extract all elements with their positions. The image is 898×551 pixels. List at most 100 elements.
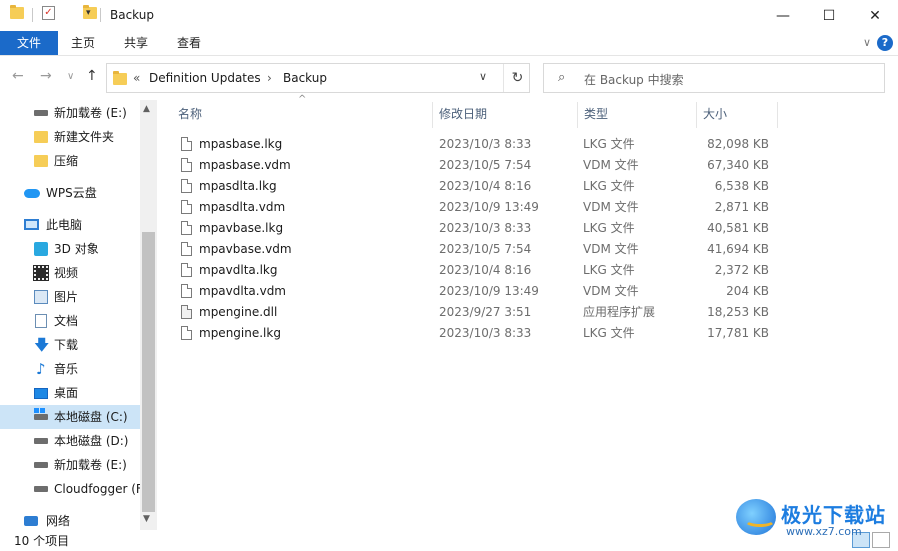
file-row[interactable]: mpasdlta.lkg 2023/10/4 8:16 LKG 文件 6,538 KB: [175, 176, 775, 197]
scroll-thumb[interactable]: [142, 232, 155, 512]
file-type: VDM 文件: [583, 284, 639, 298]
file-row[interactable]: mpasbase.lkg 2023/10/3 8:33 LKG 文件 82,098 K…: [175, 134, 775, 155]
tab-file[interactable]: 文件: [0, 31, 58, 55]
sidebar-item-videos[interactable]: 视频: [0, 261, 140, 285]
file-size: 41,694 KB: [707, 242, 769, 256]
search-placeholder[interactable]: 在 Backup 中搜索: [584, 71, 684, 88]
computer-icon: [24, 219, 39, 230]
file-row[interactable]: mpengine.lkg 2023/10/3 8:33 LKG 文件 17,781 K…: [175, 323, 775, 344]
sidebar-item-new-folder[interactable]: 新建文件夹: [0, 125, 140, 149]
file-icon: [181, 326, 192, 340]
sidebar-item-3d-objects[interactable]: 3D 对象: [0, 237, 140, 261]
file-date: 2023/9/27 3:51: [439, 305, 532, 319]
search-icon: ⌕: [558, 70, 566, 85]
file-name[interactable]: mpasbase.lkg: [199, 134, 282, 155]
column-size[interactable]: 大小: [697, 100, 777, 128]
pictures-icon: [34, 290, 48, 304]
tab-home[interactable]: 主页: [62, 31, 104, 55]
expand-ribbon-icon[interactable]: ∨: [863, 36, 871, 49]
local-disk-icon: [34, 408, 48, 420]
file-type: LKG 文件: [583, 221, 635, 235]
customize-toolbar-icon[interactable]: ▾: [86, 8, 91, 18]
sidebar-item-label: 本地磁盘 (D:): [54, 434, 129, 448]
scroll-down-icon[interactable]: ▼: [143, 514, 150, 524]
scroll-up-icon[interactable]: ▲: [143, 104, 150, 114]
breadcrumb-backup[interactable]: Backup: [283, 71, 327, 85]
file-size: 204 KB: [726, 284, 769, 298]
drive-icon: [34, 110, 48, 116]
sidebar-item-music[interactable]: ♪ 音乐: [0, 357, 140, 381]
breadcrumb-separator[interactable]: ›: [267, 71, 272, 85]
column-divider[interactable]: [777, 102, 778, 128]
sidebar-item-this-pc[interactable]: 此电脑: [0, 213, 140, 237]
ribbon-tabs: 文件 主页 共享 查看 ∨ ?: [0, 31, 898, 56]
file-name[interactable]: mpavdlta.lkg: [199, 260, 278, 281]
refresh-button[interactable]: ↻: [503, 64, 531, 92]
file-row[interactable]: mpengine.dll 2023/9/27 3:51 应用程序扩展 18,253 K…: [175, 302, 775, 323]
address-bar[interactable]: « Definition Updates › Backup ∨ ↻: [106, 63, 530, 93]
file-row[interactable]: mpavdlta.lkg 2023/10/4 8:16 LKG 文件 2,372 KB: [175, 260, 775, 281]
file-size: 82,098 KB: [707, 137, 769, 151]
sidebar-item-label: 下载: [54, 338, 79, 352]
sidebar-item-label: 3D 对象: [54, 242, 99, 256]
desktop-icon: [34, 388, 48, 399]
sidebar-item-label: 文档: [54, 314, 79, 328]
cloud-icon: [24, 189, 40, 198]
file-type: 应用程序扩展: [583, 305, 656, 319]
divider: [100, 8, 101, 22]
file-date: 2023/10/3 8:33: [439, 137, 532, 151]
file-type: VDM 文件: [583, 200, 639, 214]
3d-objects-icon: [34, 242, 48, 256]
sidebar-item-drive-e[interactable]: 新加载卷 (E:): [0, 101, 140, 125]
file-row[interactable]: mpasbase.vdm 2023/10/5 7:54 VDM 文件 67,340 K…: [175, 155, 775, 176]
sidebar-item-downloads[interactable]: 🡇 下载: [0, 333, 140, 357]
address-dropdown-icon[interactable]: ∨: [479, 70, 487, 83]
maximize-button[interactable]: ☐: [806, 0, 852, 31]
sidebar-item-label: 视频: [54, 266, 79, 280]
watermark-url: www.xz7.com: [786, 525, 862, 538]
sidebar-item-pictures[interactable]: 图片: [0, 285, 140, 309]
file-row[interactable]: mpavbase.lkg 2023/10/3 8:33 LKG 文件 40,581 K…: [175, 218, 775, 239]
recent-locations-button[interactable]: ∨: [67, 71, 74, 82]
drive-icon: [34, 486, 48, 492]
forward-button[interactable]: →: [40, 68, 52, 84]
search-box[interactable]: ⌕ 在 Backup 中搜索: [543, 63, 885, 93]
minimize-button[interactable]: —: [760, 0, 806, 31]
file-name[interactable]: mpasbase.vdm: [199, 155, 291, 176]
sidebar-item-documents[interactable]: 文档: [0, 309, 140, 333]
file-name[interactable]: mpengine.dll: [199, 302, 277, 323]
file-name[interactable]: mpasdlta.vdm: [199, 197, 285, 218]
breadcrumb-definition-updates[interactable]: Definition Updates: [149, 71, 261, 85]
column-type[interactable]: 类型: [578, 100, 696, 128]
sidebar-item-cloudfogger[interactable]: Cloudfogger (F: [0, 477, 140, 501]
properties-icon[interactable]: ✓: [42, 6, 55, 20]
documents-icon: [35, 314, 47, 328]
file-name[interactable]: mpavbase.lkg: [199, 218, 283, 239]
folder-icon: [34, 155, 48, 167]
file-name[interactable]: mpavbase.vdm: [199, 239, 292, 260]
file-date: 2023/10/3 8:33: [439, 326, 532, 340]
file-name[interactable]: mpengine.lkg: [199, 323, 281, 344]
sidebar-scrollbar[interactable]: ▲ ▼: [140, 100, 157, 530]
tab-share[interactable]: 共享: [115, 31, 157, 55]
up-button[interactable]: ↑: [86, 68, 98, 84]
file-row[interactable]: mpasdlta.vdm 2023/10/9 13:49 VDM 文件 2,871 K…: [175, 197, 775, 218]
sidebar-item-wps-cloud[interactable]: WPS云盘: [0, 181, 140, 205]
sidebar-item-desktop[interactable]: 桌面: [0, 381, 140, 405]
file-name[interactable]: mpavdlta.vdm: [199, 281, 286, 302]
column-name[interactable]: 名称: [172, 100, 432, 128]
back-button[interactable]: ←: [12, 68, 24, 84]
breadcrumb-overflow[interactable]: «: [133, 71, 140, 85]
sidebar-item-drive-e-2[interactable]: 新加载卷 (E:): [0, 453, 140, 477]
file-name[interactable]: mpasdlta.lkg: [199, 176, 277, 197]
sidebar-item-compress[interactable]: 压缩: [0, 149, 140, 173]
tab-view[interactable]: 查看: [168, 31, 210, 55]
sidebar-item-local-disk-c[interactable]: 本地磁盘 (C:): [0, 405, 140, 429]
file-row[interactable]: mpavbase.vdm 2023/10/5 7:54 VDM 文件 41,694 K…: [175, 239, 775, 260]
help-icon[interactable]: ?: [877, 35, 893, 51]
file-row[interactable]: mpavdlta.vdm 2023/10/9 13:49 VDM 文件 204 KB: [175, 281, 775, 302]
sidebar-item-label: WPS云盘: [46, 186, 97, 200]
sidebar-item-local-disk-d[interactable]: 本地磁盘 (D:): [0, 429, 140, 453]
column-date[interactable]: 修改日期: [433, 100, 577, 128]
close-button[interactable]: ✕: [852, 0, 898, 31]
